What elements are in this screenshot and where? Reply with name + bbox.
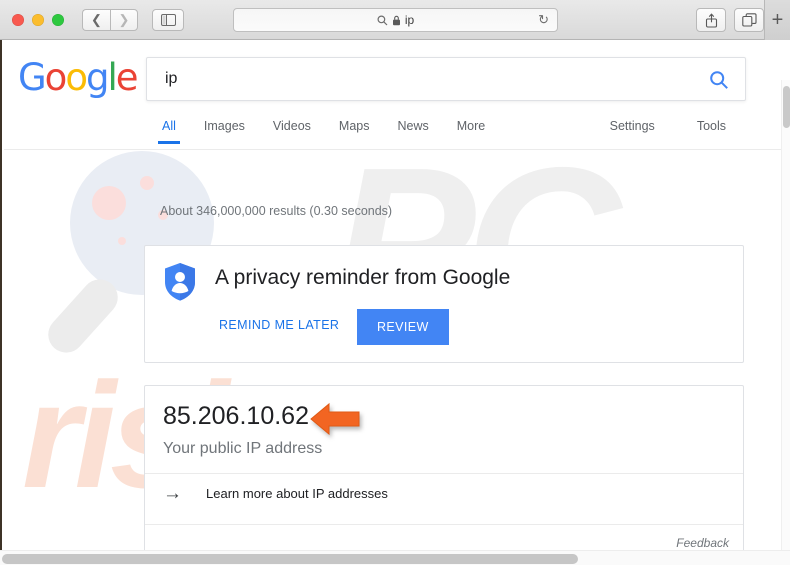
search-tools-group: Settings Tools [568, 119, 790, 144]
browser-window: ❮ ❯ ip ↻ + PC Google ip All Images Video… [0, 0, 790, 565]
tab-videos[interactable]: Videos [273, 119, 311, 144]
google-search-box[interactable]: ip [146, 57, 746, 101]
privacy-reminder-card: A privacy reminder from Google REMIND ME… [144, 245, 744, 363]
search-input[interactable]: ip [165, 70, 177, 88]
tab-overview-button[interactable] [734, 8, 764, 32]
search-nav-tabs: All Images Videos Maps News More Setting… [4, 112, 790, 150]
tab-news[interactable]: News [397, 119, 428, 144]
sidebar-toggle-button[interactable] [152, 8, 184, 31]
toolbar-right-buttons [696, 8, 764, 32]
card-divider [145, 473, 743, 474]
card-divider-bottom [145, 524, 743, 525]
close-window-button[interactable] [12, 13, 24, 26]
back-button[interactable]: ❮ [82, 8, 110, 31]
vertical-scrollbar[interactable] [781, 80, 790, 550]
ip-address-card: 85.206.10.62 Your public IP address → Le… [144, 385, 744, 550]
lock-icon [392, 15, 400, 25]
share-icon [705, 12, 717, 28]
window-controls [12, 13, 64, 26]
shield-person-icon [163, 262, 197, 307]
browser-toolbar: ❮ ❯ ip ↻ + [0, 0, 790, 40]
google-logo[interactable]: Google [18, 56, 138, 99]
tab-more[interactable]: More [457, 119, 485, 144]
google-header: Google ip All Images Videos Maps News Mo… [4, 40, 790, 150]
search-icon [377, 15, 388, 25]
settings-button[interactable]: Settings [610, 119, 655, 144]
address-bar-text: ip [404, 13, 415, 27]
tab-images[interactable]: Images [204, 119, 245, 144]
navigation-buttons: ❮ ❯ [82, 8, 138, 31]
chevron-right-icon: ❯ [118, 12, 130, 27]
vertical-scrollbar-thumb[interactable] [783, 86, 790, 128]
share-button[interactable] [696, 8, 726, 32]
arrow-right-icon: → [163, 483, 182, 504]
remind-me-later-button[interactable]: REMIND ME LATER [219, 318, 339, 332]
horizontal-scrollbar-thumb[interactable] [2, 554, 578, 564]
privacy-card-title: A privacy reminder from Google [215, 266, 511, 289]
learn-more-row[interactable]: → Learn more about IP addresses [163, 484, 388, 503]
feedback-link[interactable]: Feedback [676, 536, 729, 550]
tools-button[interactable]: Tools [697, 119, 726, 144]
search-icon [710, 71, 728, 89]
search-submit-button[interactable] [709, 70, 729, 95]
sidebar-icon [160, 13, 176, 26]
tab-maps[interactable]: Maps [339, 119, 370, 144]
learn-more-label: Learn more about IP addresses [206, 486, 388, 501]
address-bar[interactable]: ip ↻ [233, 8, 558, 32]
maximize-window-button[interactable] [52, 13, 64, 26]
ip-address-subtitle: Your public IP address [163, 440, 323, 457]
chevron-left-icon: ❮ [91, 12, 102, 27]
minimize-window-button[interactable] [32, 13, 44, 26]
new-tab-button[interactable]: + [764, 0, 790, 40]
horizontal-scrollbar[interactable] [0, 550, 790, 565]
tab-all[interactable]: All [158, 119, 180, 144]
reload-icon[interactable]: ↻ [538, 12, 549, 28]
results-count: About 346,000,000 results (0.30 seconds) [160, 204, 393, 218]
page-content: PC risk.com Google ip All Images Videos … [0, 40, 790, 550]
tab-overview-icon [741, 13, 757, 27]
ip-address-value: 85.206.10.62 [163, 402, 309, 430]
forward-button[interactable]: ❯ [110, 8, 138, 31]
orange-left-arrow-icon [309, 402, 361, 441]
review-button[interactable]: REVIEW [357, 309, 449, 345]
